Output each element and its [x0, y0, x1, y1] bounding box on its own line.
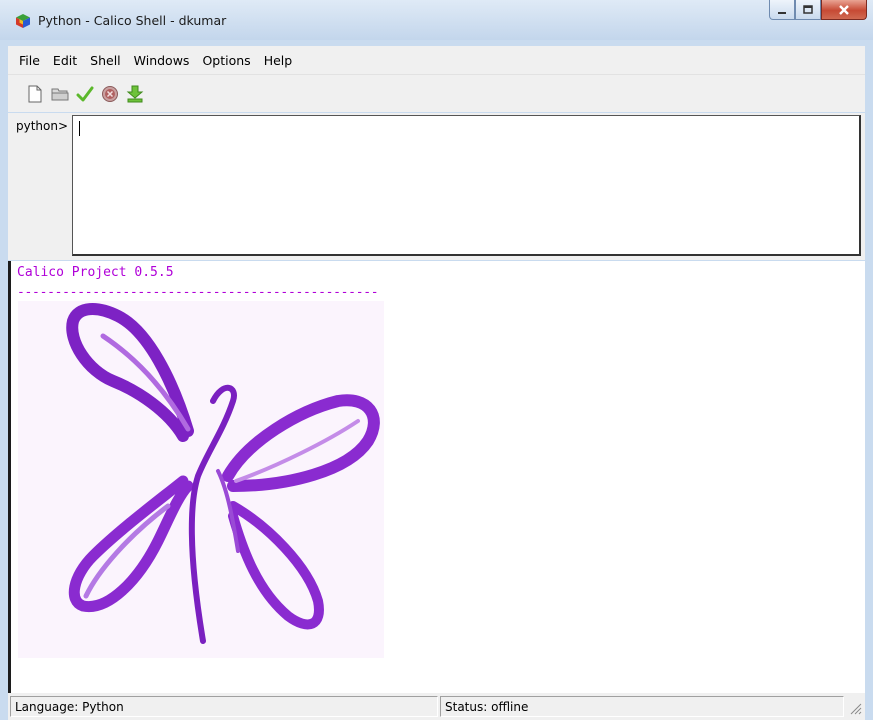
- shell-input-area: python>: [8, 113, 865, 260]
- output-divider: ----------------------------------------…: [17, 285, 379, 300]
- calico-shell-window: Python - Calico Shell - dkumar File Edit…: [0, 0, 873, 720]
- menu-shell[interactable]: Shell: [84, 53, 127, 68]
- calico-cube-icon: [16, 14, 30, 28]
- menu-edit[interactable]: Edit: [47, 53, 83, 68]
- window-controls: [769, 0, 867, 21]
- menu-options[interactable]: Options: [196, 53, 256, 68]
- title-bar[interactable]: Python - Calico Shell - dkumar: [0, 0, 873, 40]
- run-check-icon: [76, 86, 94, 101]
- close-icon: [839, 4, 849, 15]
- text-caret: [79, 121, 80, 136]
- run-button[interactable]: [74, 83, 96, 105]
- butterfly-image: [18, 301, 384, 658]
- menu-bar: File Edit Shell Windows Options Help: [8, 46, 865, 75]
- open-folder-icon: [51, 88, 69, 100]
- resize-grip-icon[interactable]: [848, 701, 862, 715]
- maximize-button[interactable]: [795, 0, 821, 20]
- menu-windows[interactable]: Windows: [128, 53, 196, 68]
- shell-prompt: python>: [16, 119, 69, 133]
- window-title: Python - Calico Shell - dkumar: [38, 13, 227, 28]
- output-title: Calico Project 0.5.5: [17, 265, 174, 280]
- status-language: Language: Python: [10, 696, 438, 717]
- stop-icon: [102, 85, 118, 102]
- close-button[interactable]: [821, 0, 867, 20]
- menu-file[interactable]: File: [13, 53, 46, 68]
- open-folder-button[interactable]: [49, 83, 71, 105]
- stop-button[interactable]: [99, 83, 121, 105]
- new-file-button[interactable]: [24, 83, 46, 105]
- status-connection: Status: offline: [440, 696, 844, 717]
- shell-output[interactable]: Calico Project 0.5.5 -------------------…: [8, 261, 865, 693]
- minimize-button[interactable]: [769, 0, 795, 20]
- maximize-icon: [803, 4, 813, 14]
- butterfly-drawing: [66, 303, 380, 644]
- download-icon: [126, 85, 144, 102]
- status-bar: Language: Python Status: offline: [8, 693, 865, 720]
- menu-help[interactable]: Help: [258, 53, 299, 68]
- download-button[interactable]: [124, 83, 146, 105]
- minimize-icon: [778, 11, 786, 14]
- toolbar: [8, 75, 865, 112]
- shell-input[interactable]: [72, 115, 861, 256]
- new-file-icon: [28, 85, 42, 102]
